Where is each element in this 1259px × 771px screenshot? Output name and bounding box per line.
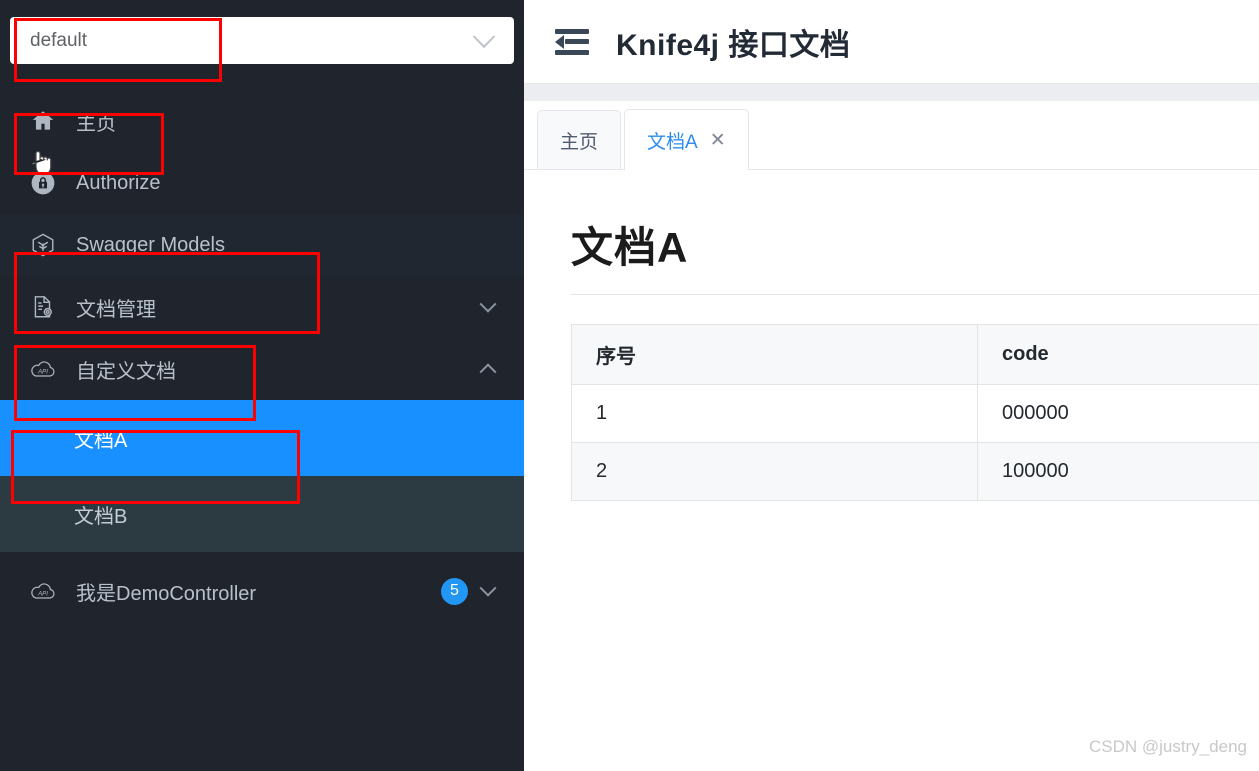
sidebar-item-swagger-models[interactable]: Swagger Models — [0, 214, 524, 276]
table-row: 2 100000 — [571, 442, 1259, 501]
main-area: Knife4j 接口文档 主页 文档A ✕ 文档A 序号 code 1 0000… — [524, 0, 1259, 771]
table-header-row: 序号 code — [571, 324, 1259, 385]
tab-home[interactable]: 主页 — [537, 110, 622, 169]
table-header-cell: 序号 — [571, 324, 978, 385]
content-panel: 文档A 序号 code 1 000000 2 100000 — [524, 170, 1259, 501]
table-row: 1 000000 — [571, 384, 1259, 443]
tab-doc-a-label: 文档A — [647, 131, 698, 153]
tab-home-label: 主页 — [560, 131, 599, 153]
service-select[interactable]: default — [10, 17, 514, 64]
page-title: Knife4j 接口文档 — [616, 28, 851, 62]
tab-doc-a[interactable]: 文档A ✕ — [624, 109, 749, 170]
sidebar-subitem-doc-b-label: 文档B — [74, 505, 128, 528]
sidebar-item-home[interactable]: 主页 — [0, 90, 524, 152]
api-cloud-icon: API — [28, 354, 58, 384]
table-cell: 000000 — [977, 384, 1259, 443]
home-icon — [28, 106, 58, 136]
doc-gear-icon — [28, 292, 58, 322]
sidebar-subitem-doc-b[interactable]: 文档B — [0, 476, 524, 552]
svg-text:API: API — [37, 369, 48, 376]
document-heading: 文档A — [571, 224, 689, 271]
svg-text:API: API — [37, 591, 48, 598]
sidebar-nav: 主页 Authorize Swagger Models 文档管理 API 自定义… — [0, 90, 524, 630]
lock-icon — [28, 168, 58, 198]
sidebar-item-custom-doc-tail — [479, 363, 497, 381]
sidebar: default 主页 Authorize Swagger Models 文档管理… — [0, 0, 524, 771]
chevron-up-icon[interactable] — [479, 363, 497, 381]
sidebar-item-custom-doc[interactable]: API 自定义文档 — [0, 338, 524, 400]
status-badge: 5 — [441, 577, 468, 605]
menu-fold-icon[interactable] — [555, 28, 589, 56]
sidebar-item-swagger-models-label: Swagger Models — [76, 233, 225, 256]
sidebar-item-authorize-label: Authorize — [76, 171, 161, 194]
service-select-wrapper: default — [0, 0, 524, 64]
cube-icon — [28, 230, 58, 260]
tabstrip-gap — [524, 84, 1259, 101]
sidebar-item-custom-doc-label: 自定义文档 — [76, 360, 176, 383]
sidebar-item-demo-controller[interactable]: API 我是DemoController 5 — [0, 552, 524, 630]
data-table: 序号 code 1 000000 2 100000 — [571, 324, 1259, 501]
api-cloud-icon: API — [28, 576, 58, 606]
table-cell: 2 — [571, 442, 978, 501]
app-root: default 主页 Authorize Swagger Models 文档管理… — [0, 0, 1259, 771]
heading-divider — [571, 294, 1259, 295]
sidebar-subitem-doc-a[interactable]: 文档A — [0, 400, 524, 476]
table-header-cell: code — [977, 324, 1259, 385]
service-select-value: default — [30, 29, 88, 51]
sidebar-item-doc-manage-label: 文档管理 — [76, 298, 156, 321]
sidebar-item-authorize[interactable]: Authorize — [0, 152, 524, 214]
table-cell: 1 — [571, 384, 978, 443]
tab-bar: 主页 文档A ✕ — [524, 101, 1259, 170]
chevron-down-icon — [472, 24, 496, 48]
chevron-down-icon[interactable] — [479, 295, 497, 313]
sidebar-item-demo-controller-label: 我是DemoController — [76, 582, 257, 605]
top-header: Knife4j 接口文档 — [524, 0, 1259, 84]
sidebar-item-doc-manage[interactable]: 文档管理 — [0, 276, 524, 338]
sidebar-item-demo-controller-tail: 5 — [441, 577, 497, 605]
sidebar-item-doc-manage-tail — [479, 295, 497, 313]
close-icon[interactable]: ✕ — [710, 131, 726, 150]
watermark: CSDN @justry_deng — [1088, 737, 1247, 756]
chevron-down-icon[interactable] — [479, 579, 497, 597]
table-cell: 100000 — [977, 442, 1259, 501]
sidebar-subitem-doc-a-label: 文档A — [74, 429, 128, 452]
sidebar-item-home-label: 主页 — [76, 112, 116, 135]
